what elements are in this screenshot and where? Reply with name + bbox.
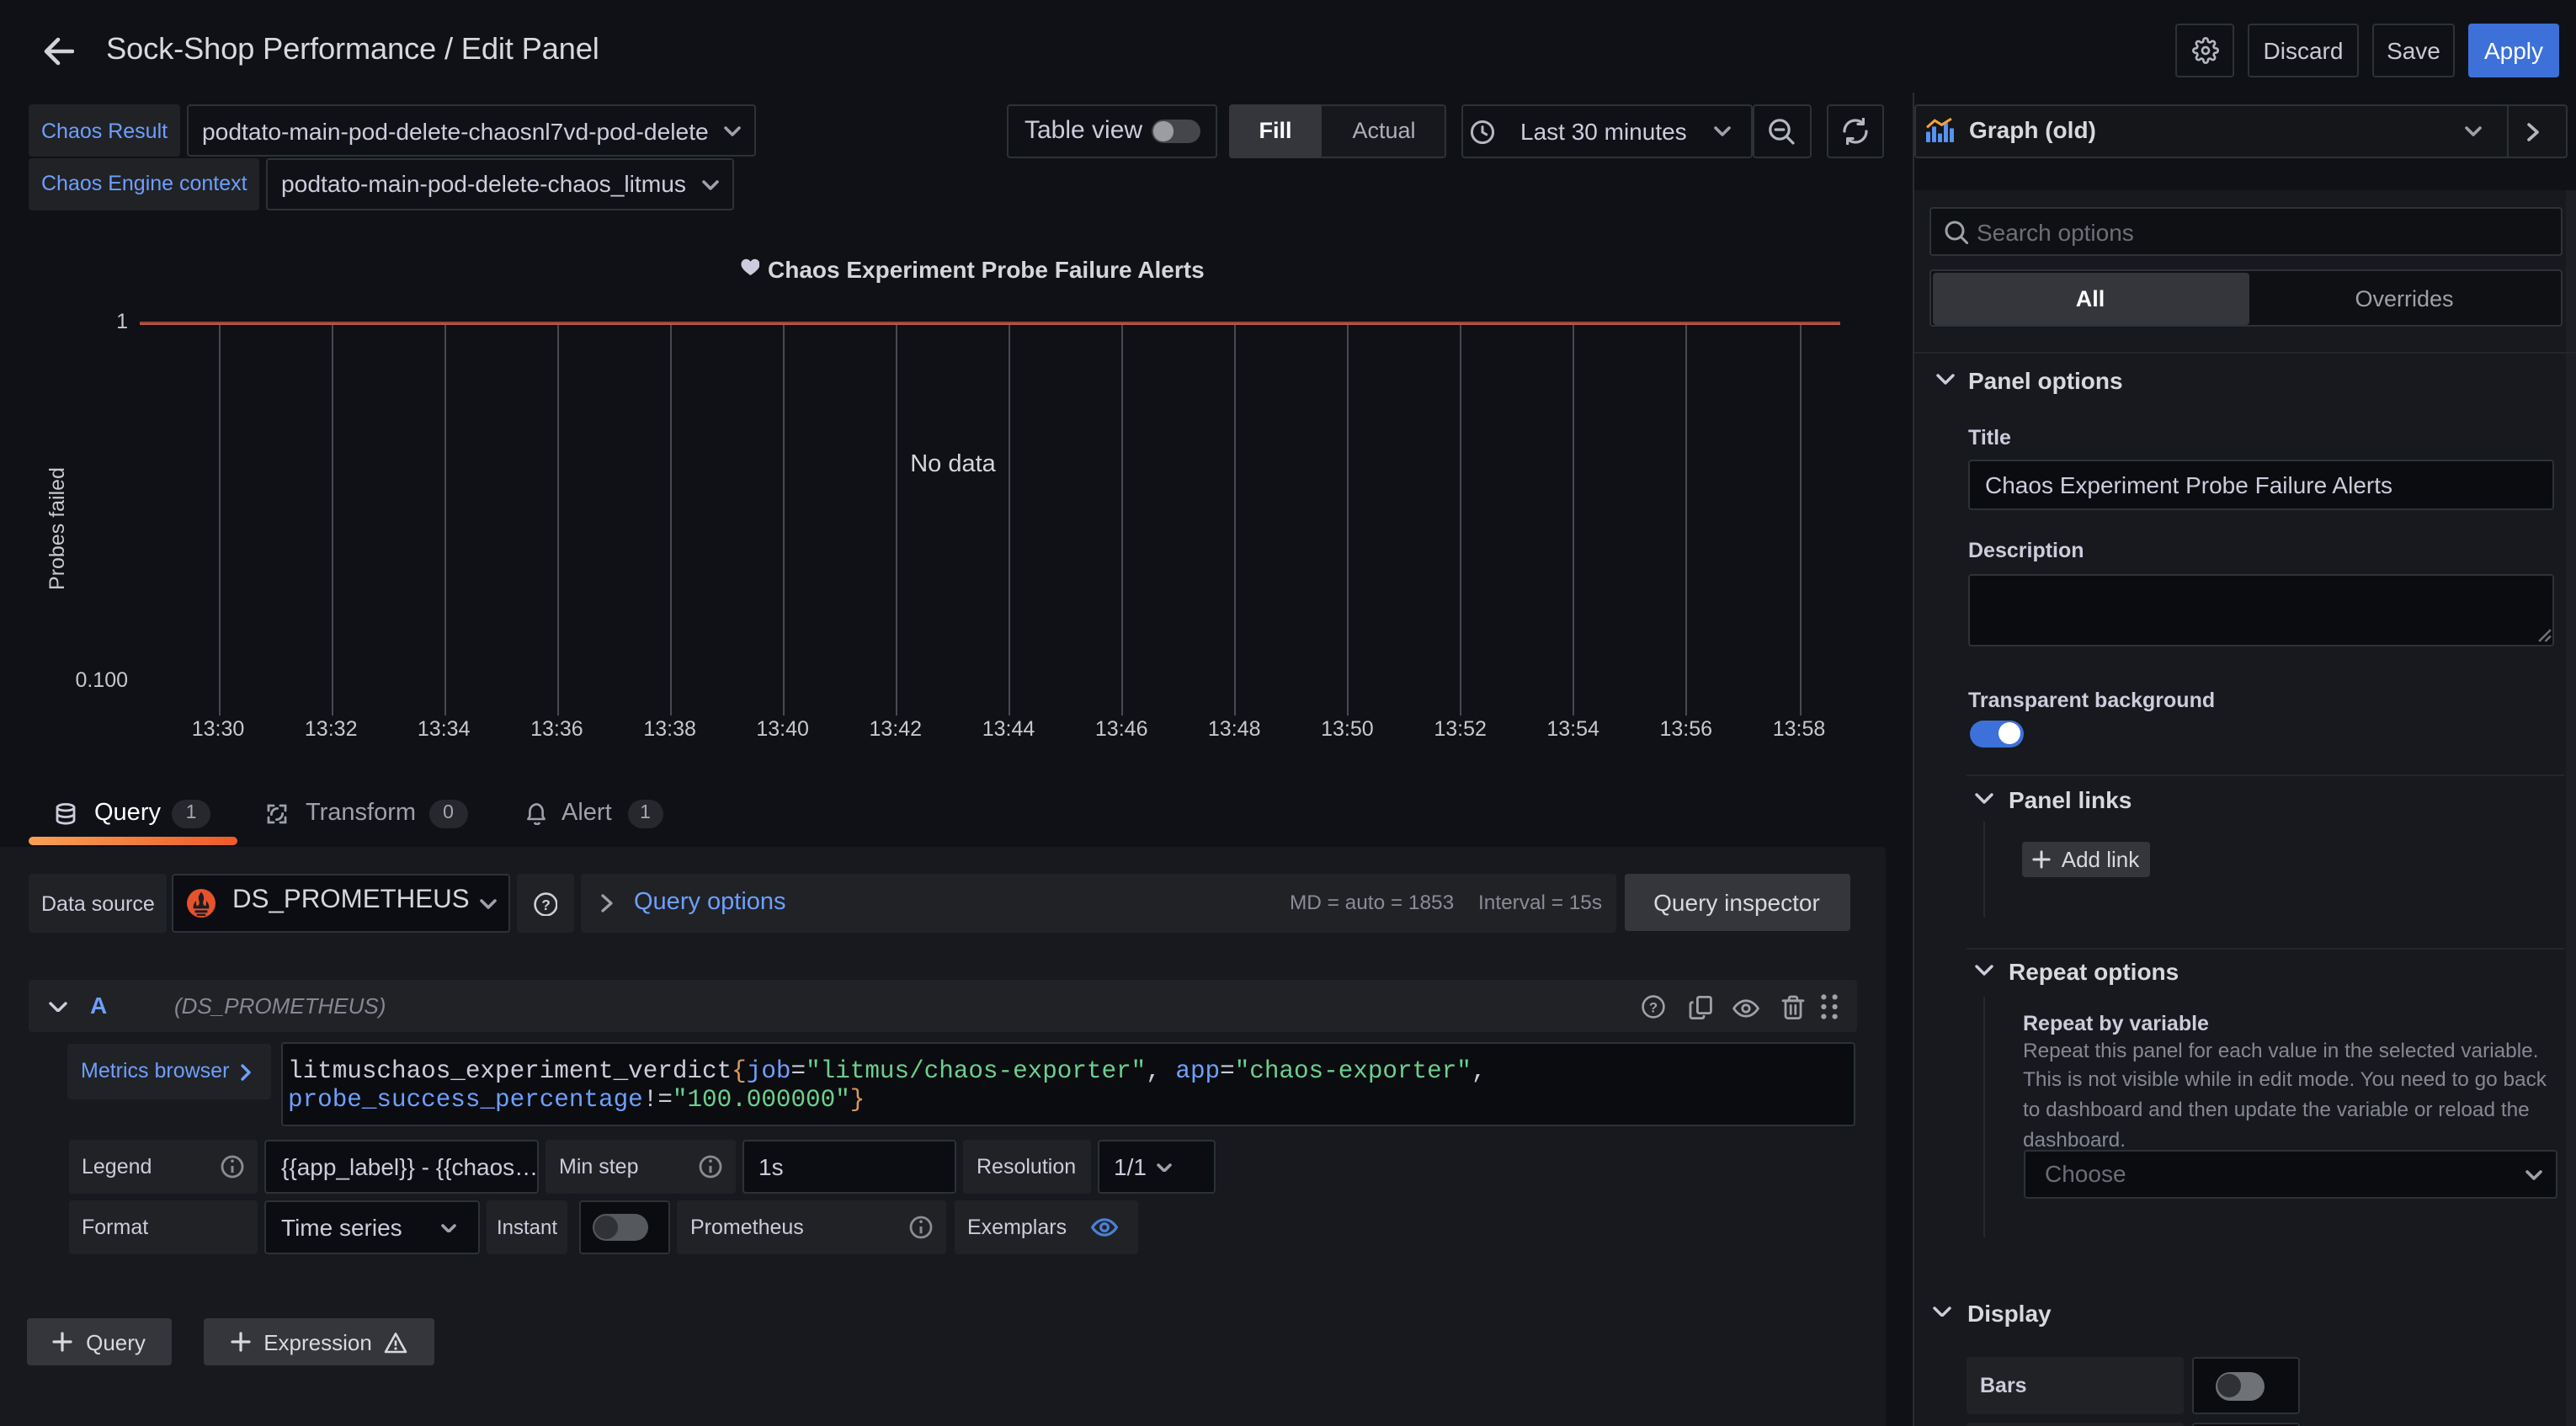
svg-text:?: ? bbox=[1648, 999, 1657, 1015]
svg-text:?: ? bbox=[540, 896, 550, 913]
